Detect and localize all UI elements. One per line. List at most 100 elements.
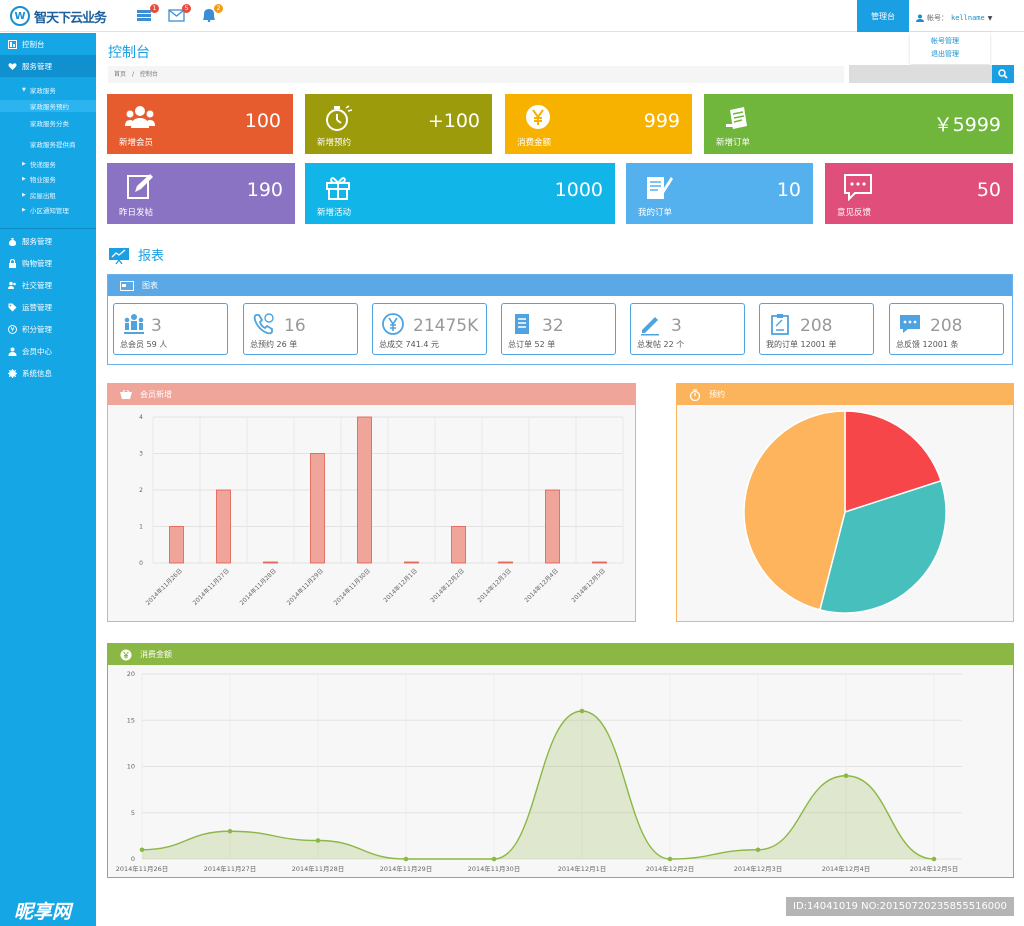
document-icon bbox=[515, 314, 529, 334]
stat-value: 208 bbox=[930, 316, 963, 336]
bar[interactable] bbox=[592, 561, 607, 564]
bar[interactable] bbox=[357, 416, 372, 564]
bar[interactable] bbox=[451, 526, 466, 564]
sidebar-item-members[interactable]: 会员中心 bbox=[0, 340, 96, 362]
logo-mark-icon: W bbox=[10, 6, 30, 26]
sidebar-sub-label: 物业服务 bbox=[29, 176, 56, 184]
stat-label: 总反馈 12001 条 bbox=[896, 340, 959, 349]
card-new-orders[interactable]: ￥5999 新增订单 bbox=[704, 94, 1013, 154]
x-tick-label: 2014年12月5日 bbox=[570, 567, 607, 604]
x-tick-label: 2014年11月30日 bbox=[332, 567, 372, 607]
manage-console-button[interactable]: 管理台 bbox=[857, 0, 909, 32]
y-tick-label: 0 bbox=[131, 855, 135, 863]
sidebar-item-operations[interactable]: 运营管理 bbox=[0, 296, 96, 318]
booking-chart-header: 预约 bbox=[677, 384, 1013, 405]
card-yesterday-posts[interactable]: 190 昨日发帖 bbox=[107, 163, 295, 224]
stat-label: 总预约 26 单 bbox=[250, 340, 298, 349]
stat-orders[interactable]: 32 总订单 52 单 bbox=[501, 303, 616, 355]
bar[interactable] bbox=[169, 526, 184, 564]
y-tick-label: 2 bbox=[139, 487, 143, 494]
card-new-members[interactable]: 100 新增会员 bbox=[107, 94, 293, 154]
sidebar-sub-category[interactable]: 家政服务分类 bbox=[0, 112, 96, 133]
data-point[interactable] bbox=[491, 856, 497, 862]
bar[interactable] bbox=[310, 453, 325, 564]
breadcrumb-home[interactable]: 首页 bbox=[114, 71, 126, 78]
report-heading: 报表 bbox=[108, 245, 164, 264]
bar[interactable] bbox=[498, 561, 513, 564]
edit-icon bbox=[127, 174, 153, 199]
stat-label: 我的订单 12001 单 bbox=[766, 340, 837, 349]
sidebar-item-label: 运营管理 bbox=[22, 302, 52, 312]
data-point[interactable] bbox=[139, 847, 145, 853]
sidebar-group-housekeeping[interactable]: ▼ 家政服务 bbox=[0, 83, 96, 97]
sidebar-item-service[interactable]: 服务管理 bbox=[0, 55, 96, 77]
stat-posts[interactable]: 3 总发帖 22 个 bbox=[630, 303, 745, 355]
y-tick-label: 3 bbox=[139, 451, 143, 458]
mail-badge: 5 bbox=[182, 4, 191, 13]
sidebar-item-label: 购物管理 bbox=[22, 258, 52, 268]
stat-bookings[interactable]: 16 总预约 26 单 bbox=[243, 303, 358, 355]
stat-feedback[interactable]: 208 总反馈 12001 条 bbox=[889, 303, 1004, 355]
stopwatch-icon bbox=[326, 105, 353, 131]
comment-icon bbox=[900, 315, 920, 333]
data-point[interactable] bbox=[315, 838, 321, 843]
data-point[interactable] bbox=[755, 847, 761, 853]
svg-text:¥: ¥ bbox=[11, 326, 15, 333]
card-value: 10 bbox=[776, 179, 801, 201]
stat-label: 总订单 52 单 bbox=[508, 340, 556, 349]
bar[interactable] bbox=[545, 489, 560, 564]
stat-members[interactable]: 3 总会员 59 人 bbox=[113, 303, 228, 355]
card-value: ￥5999 bbox=[933, 114, 1001, 136]
sidebar-sub-provider[interactable]: 家政服务提供商 bbox=[0, 133, 96, 154]
stat-value: 21475K bbox=[413, 316, 479, 336]
stat-my-orders[interactable]: 208 我的订单 12001 单 bbox=[759, 303, 874, 355]
report-title: 报表 bbox=[138, 249, 165, 264]
card-spending[interactable]: 999 消费金额 bbox=[505, 94, 692, 154]
stat-transactions[interactable]: 21475K 总成交 741.4 元 bbox=[372, 303, 487, 355]
data-point[interactable] bbox=[931, 856, 937, 862]
sidebar-item-shopping[interactable]: 购物管理 bbox=[0, 252, 96, 274]
data-point[interactable] bbox=[579, 708, 585, 714]
sidebar: 控制台 服务管理 ▼ 家政服务 家政服务预约 家政服务分类 家政服务提供商 ▶ 快… bbox=[0, 33, 96, 926]
logo[interactable]: W 智天下云业务 bbox=[10, 6, 107, 26]
card-new-activities[interactable]: 1000 新增活动 bbox=[305, 163, 615, 224]
card-my-orders[interactable]: 10 我的订单 bbox=[626, 163, 813, 224]
sidebar-sub-booking[interactable]: 家政服务预约 bbox=[0, 100, 96, 112]
sidebar-group-label: 家政服务 bbox=[29, 87, 56, 95]
tasks-button[interactable]: 1 bbox=[136, 4, 159, 22]
sidebar-item-label: 控制台 bbox=[22, 39, 45, 49]
data-point[interactable] bbox=[843, 773, 849, 779]
search-button[interactable] bbox=[992, 65, 1014, 83]
bar[interactable] bbox=[263, 561, 278, 564]
y-tick-label: 10 bbox=[127, 763, 135, 771]
sidebar-item-system[interactable]: 系统信息 bbox=[0, 362, 96, 384]
sidebar-sub-express[interactable]: ▶ 快递服务 bbox=[0, 156, 96, 171]
data-point[interactable] bbox=[227, 828, 233, 834]
bell-button[interactable]: 2 bbox=[200, 4, 223, 23]
bar[interactable] bbox=[404, 561, 419, 564]
bar[interactable] bbox=[216, 489, 231, 564]
sidebar-item-label: 服务管理 bbox=[22, 236, 52, 246]
sidebar-item-points[interactable]: ¥ 积分管理 bbox=[0, 318, 96, 340]
account-menu[interactable]: 帐号： kellname ▼ bbox=[916, 13, 992, 23]
members-icon bbox=[125, 106, 155, 128]
sidebar-sub-label: 房屋出租 bbox=[29, 191, 56, 200]
card-new-bookings[interactable]: +100 新增预约 bbox=[305, 94, 492, 154]
search-input[interactable] bbox=[849, 65, 992, 83]
sidebar-item-service-mgmt[interactable]: 服务管理 bbox=[0, 230, 96, 252]
sidebar-sub-property[interactable]: ▶ 物业服务 bbox=[0, 171, 96, 187]
data-point[interactable] bbox=[403, 856, 409, 862]
sidebar-sub-rental[interactable]: ▶ 房屋出租 bbox=[0, 187, 96, 202]
data-point[interactable] bbox=[667, 856, 673, 862]
sidebar-item-dashboard[interactable]: 控制台 bbox=[0, 33, 96, 55]
sidebar-sub-notice[interactable]: ▶ 小区通知管理 bbox=[0, 202, 96, 217]
stat-value: 3 bbox=[151, 316, 162, 336]
spending-chart-panel: 消费金额 0 5 10 15 20 2014年11月26日 2014年11月27日 2014年… bbox=[107, 643, 1014, 878]
sidebar-item-social[interactable]: 社交管理 bbox=[0, 274, 96, 296]
card-feedback[interactable]: 50 意见反馈 bbox=[825, 163, 1013, 224]
x-tick-label: 2014年11月28日 bbox=[292, 864, 345, 873]
spending-area-chart: 0 5 10 15 20 2014年11月26日 2014年11月27日 2014年11月28… bbox=[116, 670, 962, 873]
x-tick-label: 2014年12月4日 bbox=[822, 864, 870, 873]
x-tick-label: 2014年11月29日 bbox=[380, 864, 433, 873]
mail-button[interactable]: 5 bbox=[168, 4, 191, 22]
